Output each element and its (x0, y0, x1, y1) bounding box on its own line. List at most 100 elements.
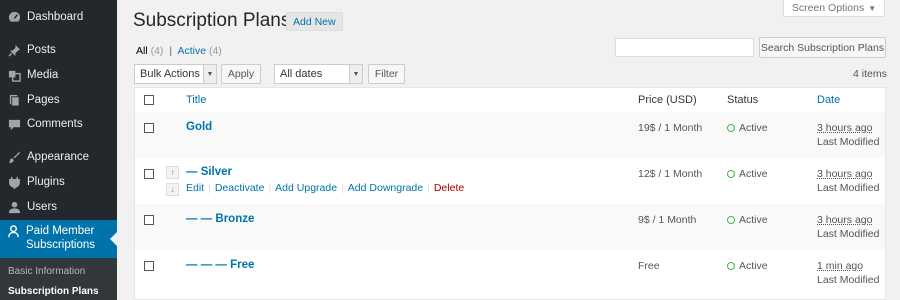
dates-select[interactable]: All dates ▼ (274, 64, 363, 84)
action-separator: | (208, 182, 211, 194)
plan-date-relative: 1 min ago (817, 260, 864, 272)
table-row: ↑ ↓ — Silver Edit | Deactivate | Add Upg… (135, 158, 885, 204)
sidebar-item-plugins[interactable]: Plugins (0, 172, 117, 192)
brush-icon (7, 150, 21, 164)
plan-date-note: Last Modified (817, 182, 880, 194)
row-checkbox[interactable] (144, 169, 154, 179)
plan-price: 9$ / 1 Month (638, 214, 697, 226)
add-upgrade-link[interactable]: Add Upgrade (275, 182, 337, 194)
action-separator: | (427, 182, 430, 194)
sidebar-item-media[interactable]: Media (0, 65, 117, 85)
comment-icon (7, 117, 21, 131)
search-input[interactable] (615, 38, 754, 57)
plan-status-label: Active (739, 214, 768, 226)
action-separator: | (268, 182, 272, 194)
page-title: Subscription Plans (133, 10, 291, 31)
add-new-button[interactable]: Add New (286, 12, 343, 31)
plan-date-note: Last Modified (817, 228, 880, 240)
plan-date-note: Last Modified (817, 274, 880, 286)
plan-status: Active (727, 122, 768, 134)
sidebar-item-dashboard[interactable]: Dashboard (0, 7, 117, 27)
plan-date-note: Last Modified (817, 136, 880, 148)
active-status-icon (727, 124, 735, 132)
move-up-icon[interactable]: ↑ (166, 166, 179, 179)
chevron-down-icon: ▼ (349, 65, 362, 83)
plan-status-label: Active (739, 260, 768, 272)
screen-options-label: Screen Options (791, 2, 865, 14)
sidebar-item-label: Pages (27, 94, 60, 106)
row-actions: Edit | Deactivate | Add Upgrade | Add Do… (186, 182, 464, 194)
search-subscription-plans-button[interactable]: Search Subscription Plans (759, 37, 886, 58)
row-checkbox[interactable] (144, 215, 154, 225)
bulk-actions-value: Bulk Actions (140, 68, 200, 80)
active-status-icon (727, 170, 735, 178)
sidebar-item-appearance[interactable]: Appearance (0, 147, 117, 167)
edit-link[interactable]: Edit (186, 182, 204, 194)
plug-icon (7, 175, 21, 189)
sidebar-item-label: Appearance (27, 151, 90, 163)
sidebar-submenu: Basic Information Subscription Plans (0, 258, 117, 300)
dashboard-icon (7, 10, 21, 24)
plan-title-link[interactable]: — — — Free (186, 259, 254, 271)
view-filters: All (4) | Active (4) (136, 45, 222, 57)
table-row: — — — Free Free Active 1 min ago Last Mo… (135, 250, 885, 296)
items-count: 4 items (853, 68, 887, 80)
pages-icon (7, 93, 21, 107)
deactivate-link[interactable]: Deactivate (215, 182, 265, 194)
plan-date: 1 min ago Last Modified (817, 259, 879, 287)
sidebar-item-label: Dashboard (27, 11, 84, 23)
chevron-down-icon: ▼ (203, 65, 216, 83)
plan-status: Active (727, 214, 768, 226)
plan-status: Active (727, 168, 768, 180)
user-icon (7, 200, 21, 214)
subscription-plans-table: Title Price (USD) Status Date Gold 19$ /… (134, 87, 886, 300)
submenu-item-subscription-plans[interactable]: Subscription Plans (8, 286, 99, 297)
row-checkbox[interactable] (144, 123, 154, 133)
plan-date-relative: 3 hours ago (817, 168, 873, 180)
add-downgrade-link[interactable]: Add Downgrade (348, 182, 423, 194)
screen-options-button[interactable]: Screen Options ▼ (783, 0, 885, 17)
action-separator: | (341, 182, 344, 194)
submenu-item-basic-information[interactable]: Basic Information (8, 266, 85, 277)
view-all-count: (4) (150, 45, 164, 57)
dates-value: All dates (280, 68, 323, 80)
table-row: — — Bronze 9$ / 1 Month Active 3 hours a… (135, 204, 885, 250)
sidebar-item-label: Plugins (27, 176, 65, 188)
plan-title-link[interactable]: — — Bronze (186, 213, 254, 225)
column-date-header[interactable]: Date (817, 94, 840, 106)
sidebar-item-label: Users (27, 201, 58, 213)
view-separator: | (169, 45, 173, 57)
select-all-checkbox[interactable] (144, 95, 154, 105)
plan-price: 12$ / 1 Month (638, 168, 703, 180)
sidebar-item-label: Posts (27, 44, 56, 56)
plan-price: 19$ / 1 Month (638, 122, 703, 134)
apply-button[interactable]: Apply (221, 64, 261, 84)
sidebar-item-paid-member-subscriptions[interactable]: Paid Member Subscriptions (0, 220, 117, 258)
row-checkbox[interactable] (144, 261, 154, 271)
plan-date: 3 hours ago Last Modified (817, 167, 879, 195)
column-status-header: Status (727, 94, 759, 106)
delete-link[interactable]: Delete (434, 182, 464, 194)
view-all-link[interactable]: All (136, 45, 148, 57)
filter-button[interactable]: Filter (368, 64, 405, 84)
active-status-icon (727, 216, 735, 224)
plan-title-link[interactable]: Gold (186, 121, 212, 133)
plan-title-link[interactable]: — Silver (186, 166, 232, 178)
sidebar-item-label: Comments (27, 118, 83, 130)
plan-status-label: Active (739, 168, 768, 180)
caret-down-icon: ▼ (868, 3, 877, 13)
move-down-icon[interactable]: ↓ (166, 183, 179, 196)
active-status-icon (727, 262, 735, 270)
sidebar-item-users[interactable]: Users (0, 197, 117, 217)
plan-status-label: Active (739, 122, 768, 134)
media-icon (7, 68, 21, 82)
sidebar-item-posts[interactable]: Posts (0, 40, 117, 60)
sidebar-item-comments[interactable]: Comments (0, 114, 117, 134)
bulk-actions-select[interactable]: Bulk Actions ▼ (134, 64, 217, 84)
plan-date-relative: 3 hours ago (817, 214, 873, 226)
sidebar-item-label: Media (27, 69, 59, 81)
column-title-header[interactable]: Title (186, 94, 206, 106)
pin-icon (7, 43, 21, 57)
sidebar-item-pages[interactable]: Pages (0, 90, 117, 110)
view-active-link[interactable]: Active (177, 45, 206, 57)
